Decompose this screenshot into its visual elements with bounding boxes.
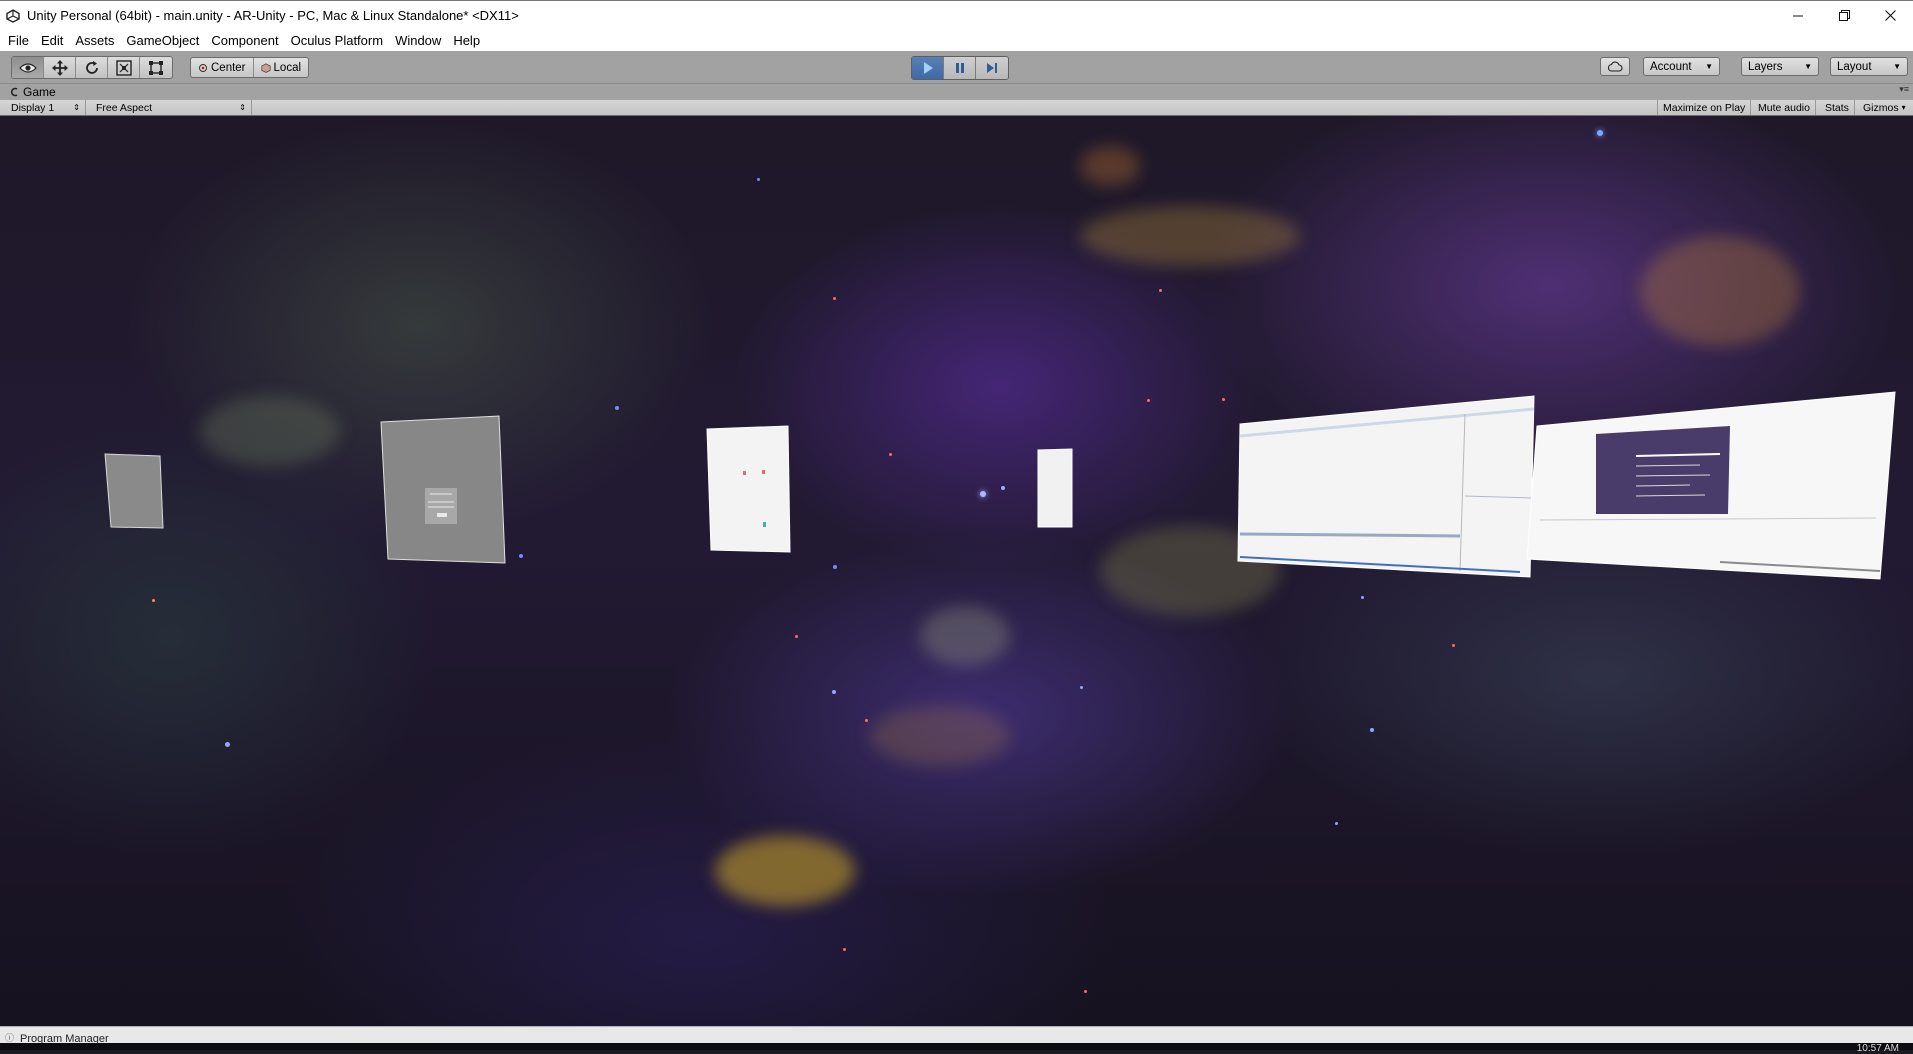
rect-tool-button[interactable] <box>140 57 172 78</box>
move-tool-button[interactable] <box>44 57 76 78</box>
mute-audio-label: Mute audio <box>1758 101 1810 114</box>
updown-arrow-icon: ⇕ <box>73 103 80 112</box>
floating-windows <box>104 391 1896 580</box>
maximize-on-play-label: Maximize on Play <box>1663 101 1746 114</box>
hand-tool-button[interactable] <box>12 57 44 78</box>
main-toolbar: Center Local Account ▼ Layers ▼ Layout ▼ <box>0 51 1913 84</box>
chevron-down-icon: ▼ <box>1893 62 1901 71</box>
eye-icon <box>18 62 37 73</box>
menu-edit[interactable]: Edit <box>35 33 69 48</box>
menu-component[interactable]: Component <box>205 33 284 48</box>
rotate-tool-button[interactable] <box>76 57 108 78</box>
taskbar: ⓘ Program Manager 10:57 AM <box>0 1026 1913 1054</box>
move-icon <box>51 59 68 76</box>
game-controller-icon <box>10 87 18 97</box>
floating-window-panel[interactable] <box>706 425 791 553</box>
game-tab-label: Game <box>23 85 56 99</box>
pivot-center-label: Center <box>211 61 246 74</box>
maximize-on-play-toggle[interactable]: Maximize on Play <box>1657 100 1752 115</box>
restore-icon <box>1838 10 1850 21</box>
aspect-dropdown[interactable]: Free Aspect ⇕ <box>91 100 252 115</box>
gizmos-dropdown[interactable]: Gizmos ▾ <box>1858 100 1911 115</box>
tab-menu-icon[interactable]: ▾≡ <box>1899 84 1909 95</box>
chevron-down-icon: ▼ <box>1705 62 1713 71</box>
updown-arrow-icon: ⇕ <box>239 103 246 112</box>
pivot-local-button[interactable]: Local <box>254 58 308 77</box>
menu-gameobject[interactable]: GameObject <box>120 33 205 48</box>
menu-help[interactable]: Help <box>447 33 486 48</box>
layout-label: Layout <box>1837 60 1872 73</box>
display-label: Display 1 <box>11 101 55 114</box>
playback-controls <box>911 56 1009 80</box>
chevron-down-icon: ▾ <box>1901 103 1906 112</box>
minimize-button[interactable] <box>1775 1 1821 30</box>
close-button[interactable] <box>1867 1 1913 30</box>
menu-file[interactable]: File <box>2 33 35 48</box>
mute-audio-toggle[interactable]: Mute audio <box>1753 100 1816 115</box>
menu-oculus-platform[interactable]: Oculus Platform <box>285 33 389 48</box>
aspect-label: Free Aspect <box>96 101 153 114</box>
rotate-icon <box>85 60 98 74</box>
game-tab[interactable]: Game <box>0 85 56 99</box>
stats-toggle[interactable]: Stats <box>1820 100 1855 115</box>
transform-tools <box>11 56 173 79</box>
minimize-icon <box>1792 15 1803 17</box>
play-button[interactable] <box>912 57 944 79</box>
restore-button[interactable] <box>1821 1 1867 30</box>
dialog-content <box>425 488 457 524</box>
floating-window-panel[interactable] <box>1037 448 1073 528</box>
layers-dropdown[interactable]: Layers ▼ <box>1741 57 1819 76</box>
unity-logo-icon <box>4 7 22 25</box>
account-label: Account <box>1650 60 1692 73</box>
scale-tool-button[interactable] <box>108 57 140 78</box>
rect-icon <box>149 60 163 75</box>
pivot-icon <box>199 63 207 72</box>
pause-button[interactable] <box>944 57 976 79</box>
collab-button[interactable] <box>1600 57 1630 76</box>
pause-icon <box>955 63 964 73</box>
menu-assets[interactable]: Assets <box>69 33 120 48</box>
scale-icon <box>115 59 132 76</box>
step-button[interactable] <box>976 57 1008 79</box>
gizmos-label: Gizmos <box>1863 101 1899 114</box>
play-icon <box>923 62 933 74</box>
menu-window[interactable]: Window <box>389 33 447 48</box>
pivot-toggles: Center Local <box>190 57 310 78</box>
stats-label: Stats <box>1825 101 1849 114</box>
menu-bar: File Edit Assets GameObject Component Oc… <box>0 30 1913 51</box>
step-icon <box>987 63 997 73</box>
game-viewport[interactable] <box>0 116 1913 1026</box>
pivot-local-label: Local <box>273 61 302 74</box>
cube-icon <box>260 62 271 73</box>
display-dropdown[interactable]: Display 1 ⇕ <box>6 100 86 115</box>
chevron-down-icon: ▼ <box>1804 62 1812 71</box>
cloud-icon <box>1607 61 1623 72</box>
window-title: Unity Personal (64bit) - main.unity - AR… <box>27 8 519 23</box>
embedded-screenshot <box>1596 426 1730 514</box>
pivot-center-button[interactable]: Center <box>191 58 254 77</box>
close-icon <box>1884 10 1896 21</box>
account-dropdown[interactable]: Account ▼ <box>1643 57 1720 76</box>
layers-label: Layers <box>1748 60 1783 73</box>
title-bar: Unity Personal (64bit) - main.unity - AR… <box>0 0 1913 30</box>
game-tab-strip: Game ▾≡ <box>0 84 1913 100</box>
floating-window-panel[interactable] <box>104 453 164 529</box>
game-view-toolbar: Display 1 ⇕ Free Aspect ⇕ Maximize on Pl… <box>0 100 1913 116</box>
layout-dropdown[interactable]: Layout ▼ <box>1830 57 1908 76</box>
